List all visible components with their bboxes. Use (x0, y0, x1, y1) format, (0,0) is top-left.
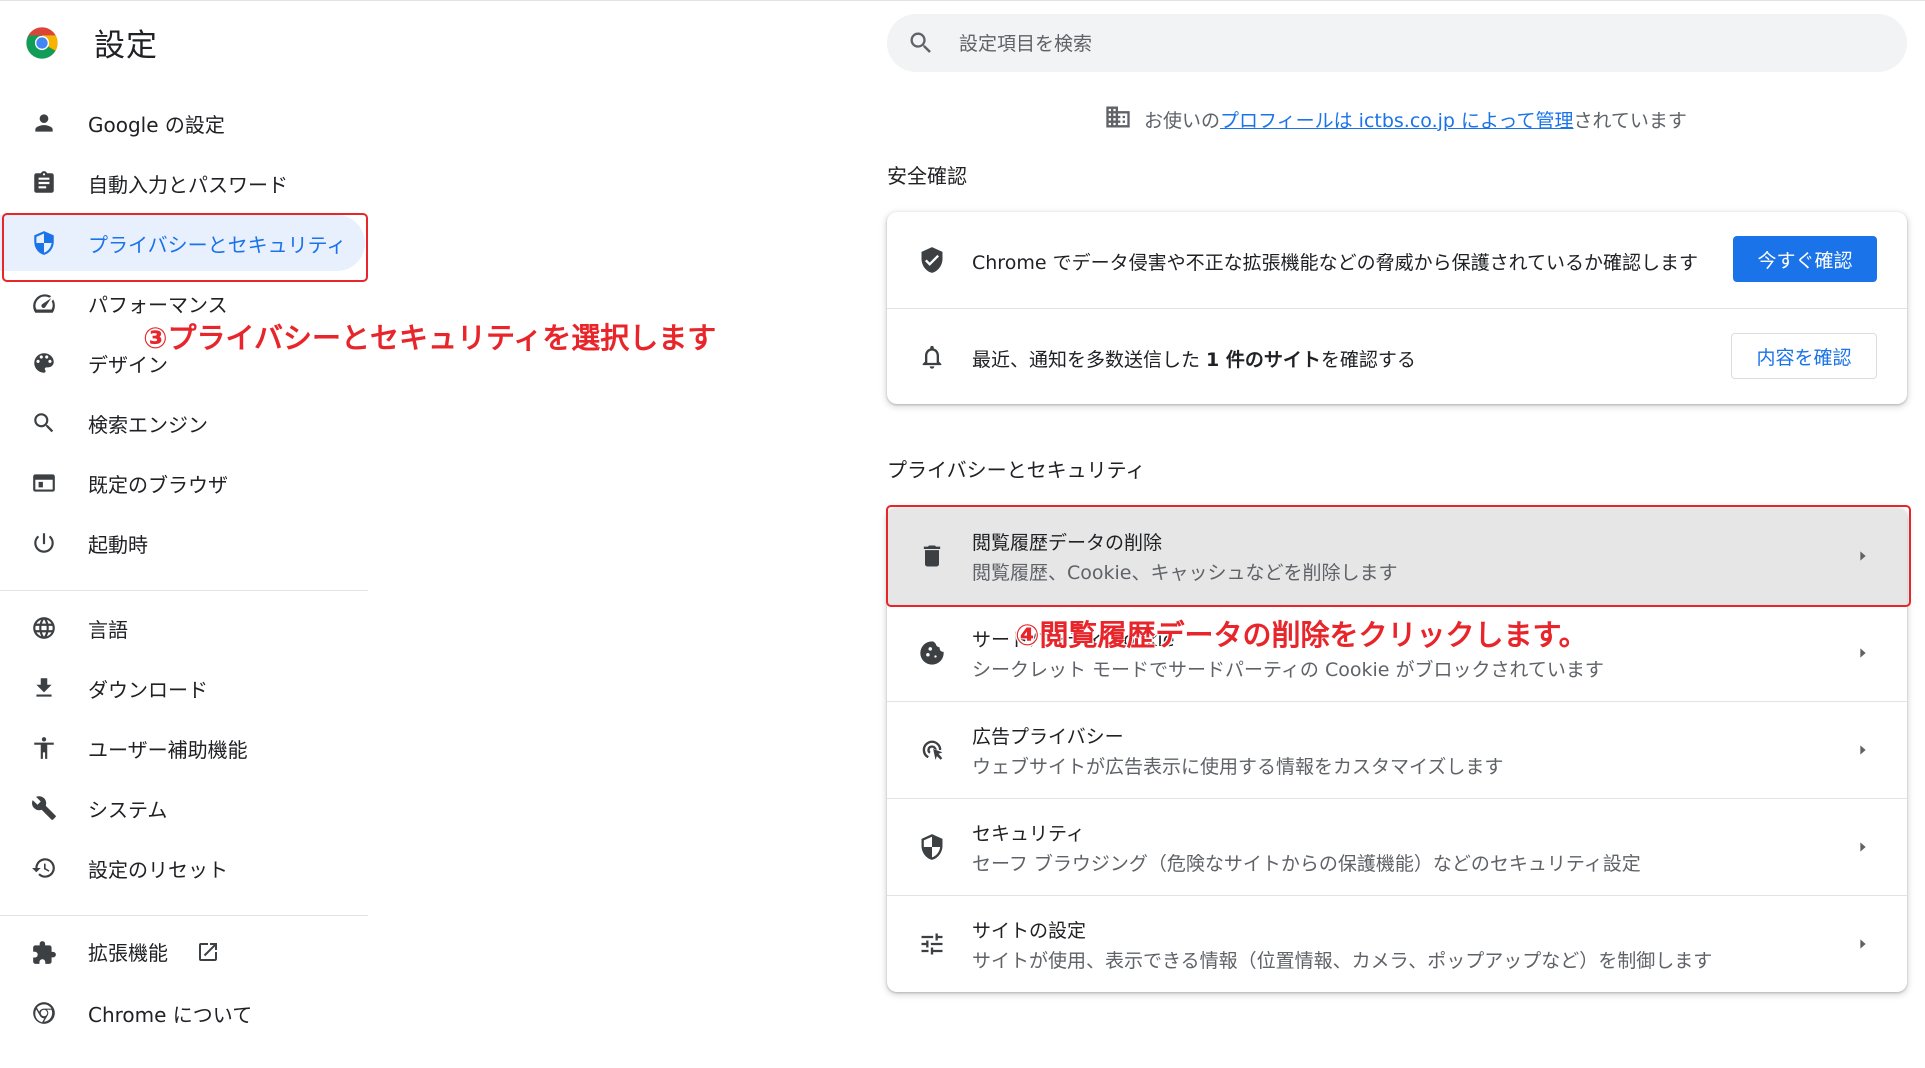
safety-check-card: Chrome でデータ侵害や不正な拡張機能などの脅威から保護されているか確認しま… (887, 212, 1907, 404)
row-title: サイトの設定 (972, 920, 1087, 942)
row-title: セキュリティ (972, 823, 1085, 845)
managed-profile-link[interactable]: プロフィールは ictbs.co.jp によって管理 (1220, 106, 1573, 133)
sidebar-item-accessibility[interactable]: ユーザー補助機能 (0, 720, 365, 776)
sidebar-item-label: システム (88, 797, 168, 822)
safety-check-row: Chrome でデータ侵害や不正な拡張機能などの脅威から保護されているか確認しま… (887, 212, 1907, 308)
sidebar-item-languages[interactable]: 言語 (0, 600, 365, 656)
row-subtitle: シークレット モードでサードパーティの Cookie がブロックされています (972, 659, 1604, 681)
chrome-icon (30, 999, 58, 1027)
clipboard-icon (30, 169, 58, 197)
sidebar-item-extensions[interactable]: 拡張機能 (0, 925, 365, 981)
notification-text-after: を確認する (1320, 349, 1416, 371)
site-settings-row[interactable]: サイトの設定 サイトが使用、表示できる情報（位置情報、カメラ、ポップアップなど）… (887, 896, 1907, 992)
chevron-right-icon (1855, 839, 1871, 855)
annotation-highlight-privacy (2, 213, 368, 282)
sidebar-item-label: 検索エンジン (88, 412, 208, 437)
check-now-button[interactable]: 今すぐ確認 (1733, 236, 1877, 282)
managed-prefix: お使いの (1144, 109, 1221, 132)
ad-privacy-icon (917, 735, 947, 765)
sidebar-item-label: ダウンロード (88, 677, 208, 702)
privacy-section-heading: プライバシーとセキュリティ (887, 458, 1146, 482)
sidebar-item-label: Google の設定 (88, 112, 225, 137)
shield-half-icon (917, 832, 947, 862)
browser-icon (30, 469, 58, 497)
speedometer-icon (30, 289, 58, 317)
accessibility-icon (30, 734, 58, 762)
bell-icon (917, 342, 947, 372)
safety-check-text: Chrome でデータ侵害や不正な拡張機能などの脅威から保護されているか確認しま… (972, 252, 1698, 274)
open-in-new-icon (196, 940, 220, 969)
download-icon (30, 674, 58, 702)
cookie-icon (917, 638, 947, 668)
row-title: 広告プライバシー (972, 726, 1124, 748)
palette-icon (30, 349, 58, 377)
sidebar-item-on-startup[interactable]: 起動時 (0, 515, 365, 571)
sidebar-item-downloads[interactable]: ダウンロード (0, 660, 365, 716)
top-border (0, 0, 1925, 1)
row-subtitle: ウェブサイトが広告表示に使用する情報をカスタマイズします (972, 756, 1504, 778)
sidebar-item-label: Chrome について (88, 1002, 253, 1027)
sidebar-item-search-engine[interactable]: 検索エンジン (0, 395, 365, 451)
sidebar-divider (0, 915, 368, 916)
search-bar[interactable] (887, 14, 1907, 72)
sidebar-item-label: パフォーマンス (88, 292, 228, 317)
sidebar-item-label: 言語 (88, 617, 128, 642)
annotation-step3-text: ③プライバシーとセキュリティを選択します (143, 321, 717, 355)
sidebar-item-about-chrome[interactable]: Chrome について (0, 985, 365, 1041)
page-title: 設定 (94, 28, 158, 64)
managed-notice: お使いの プロフィールは ictbs.co.jp によって管理 されています (1104, 104, 1687, 134)
person-icon (30, 109, 58, 137)
row-subtitle: セーフ ブラウジング（危険なサイトからの保護機能）などのセキュリティ設定 (972, 853, 1641, 875)
row-subtitle: サイトが使用、表示できる情報（位置情報、カメラ、ポップアップなど）を制御します (972, 950, 1713, 972)
power-icon (30, 529, 58, 557)
chevron-right-icon (1855, 742, 1871, 758)
tune-icon (917, 929, 947, 959)
safety-check-heading: 安全確認 (887, 164, 967, 188)
sidebar-item-label: 自動入力とパスワード (88, 172, 288, 197)
sidebar-item-label: 既定のブラウザ (88, 472, 228, 497)
annotation-highlight-clear-data (886, 505, 1911, 607)
annotation-step4-text: ④閲覧履歴データの削除をクリックします。 (1015, 618, 1588, 652)
sidebar-item-label: ユーザー補助機能 (88, 737, 248, 762)
sidebar-item-reset-settings[interactable]: 設定のリセット (0, 840, 365, 896)
sidebar-item-label: 起動時 (88, 532, 148, 557)
search-icon (30, 409, 58, 437)
chevron-right-icon (1855, 645, 1871, 661)
history-icon (30, 854, 58, 882)
sidebar-item-system[interactable]: システム (0, 780, 365, 836)
search-icon (907, 29, 935, 57)
managed-suffix: されています (1573, 109, 1687, 132)
notification-text-bold: 1 件のサイト (1206, 349, 1321, 371)
search-input[interactable] (957, 28, 1861, 60)
sidebar-divider (0, 590, 368, 591)
sidebar-item-label: 設定のリセット (88, 857, 228, 882)
notification-review-row: 最近、通知を多数送信した 1 件のサイトを確認する 内容を確認 (887, 309, 1907, 404)
sidebar-item-default-browser[interactable]: 既定のブラウザ (0, 455, 365, 511)
review-button[interactable]: 内容を確認 (1731, 333, 1877, 379)
globe-icon (30, 614, 58, 642)
sidebar-item-label-wrap: 拡張機能 (88, 937, 220, 969)
sidebar-item-google-settings[interactable]: Google の設定 (0, 95, 365, 151)
puzzle-icon (30, 939, 58, 967)
shield-check-icon (917, 245, 947, 275)
chevron-right-icon (1855, 936, 1871, 952)
chrome-logo-icon (25, 26, 59, 60)
building-icon (1104, 103, 1144, 136)
ad-privacy-row[interactable]: 広告プライバシー ウェブサイトが広告表示に使用する情報をカスタマイズします (887, 702, 1907, 798)
notification-text-before: 最近、通知を多数送信した (972, 349, 1207, 371)
wrench-icon (30, 794, 58, 822)
security-row[interactable]: セキュリティ セーフ ブラウジング（危険なサイトからの保護機能）などのセキュリテ… (887, 799, 1907, 895)
sidebar-item-autofill[interactable]: 自動入力とパスワード (0, 155, 365, 211)
sidebar-item-label: 拡張機能 (88, 941, 168, 965)
notification-review-text: 最近、通知を多数送信した 1 件のサイトを確認する (972, 345, 1416, 372)
